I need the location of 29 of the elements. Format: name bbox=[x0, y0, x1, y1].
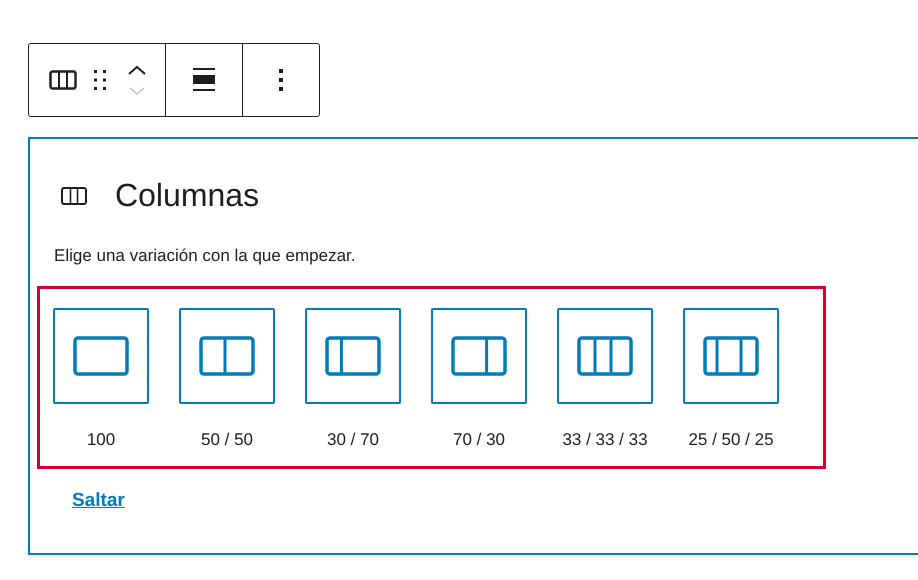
chevron-up-icon bbox=[127, 65, 147, 75]
column-layout-icon bbox=[577, 336, 633, 376]
align-wide-icon bbox=[192, 67, 216, 93]
column-layout-icon bbox=[451, 336, 507, 376]
columns-icon bbox=[61, 186, 87, 204]
more-vertical-icon bbox=[279, 69, 283, 91]
columns-icon bbox=[49, 70, 77, 90]
column-layout-icon bbox=[199, 336, 255, 376]
variation-button[interactable] bbox=[557, 308, 653, 404]
variation-button[interactable] bbox=[683, 308, 779, 404]
variation-label: 33 / 33 / 33 bbox=[562, 430, 648, 450]
chevron-down-icon bbox=[128, 87, 146, 95]
variation-label: 30 / 70 bbox=[327, 430, 379, 450]
column-layout-icon bbox=[703, 336, 759, 376]
variation-label: 50 / 50 bbox=[201, 430, 253, 450]
variation-label: 70 / 30 bbox=[453, 430, 505, 450]
variation-button[interactable] bbox=[179, 308, 275, 404]
drag-icon bbox=[93, 69, 107, 91]
variation-label: 25 / 50 / 25 bbox=[688, 430, 774, 450]
move-up-button[interactable] bbox=[127, 65, 147, 75]
skip-link[interactable]: Saltar bbox=[72, 490, 125, 512]
instruction-text: Elige una variación con la que empezar. bbox=[54, 246, 356, 266]
variation-button[interactable] bbox=[53, 308, 149, 404]
variation-label: 100 bbox=[86, 430, 116, 450]
block-title: Columnas bbox=[115, 177, 260, 214]
column-layout-icon bbox=[325, 336, 381, 376]
variation-button[interactable] bbox=[431, 308, 527, 404]
column-layout-icon bbox=[73, 336, 129, 376]
variation-button[interactable] bbox=[305, 308, 401, 404]
